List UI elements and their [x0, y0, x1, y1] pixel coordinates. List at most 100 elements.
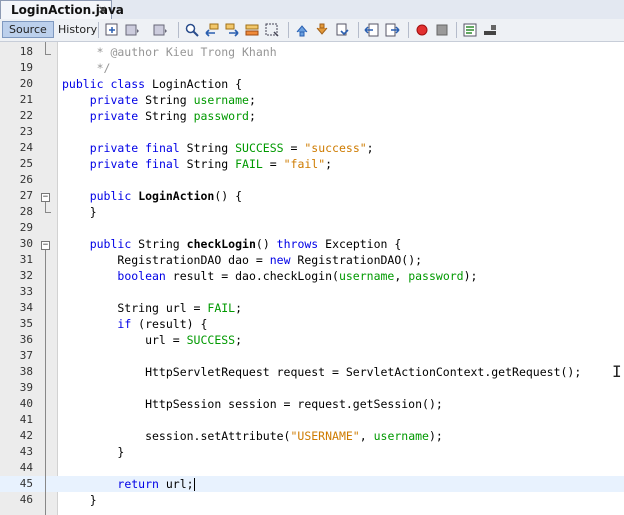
line-number: 33 — [19, 285, 33, 298]
code-text: */ — [62, 61, 111, 75]
code-line: 24 private final String SUCCESS = "succe… — [0, 140, 624, 156]
file-tab[interactable]: LoginAction.java × — [0, 0, 124, 19]
editor-tab-bar: LoginAction.java × — [0, 0, 624, 20]
code-text: public class LoginAction { — [62, 77, 243, 91]
code-text: HttpSession session = request.getSession… — [62, 397, 443, 411]
code-line: 37 — [0, 348, 624, 364]
toolbar-separator — [98, 22, 99, 38]
previous-bookmark-icon[interactable] — [294, 22, 310, 38]
code-line: 43 } — [0, 444, 624, 460]
code-line: 19 */ — [0, 60, 624, 76]
line-number: 34 — [19, 301, 33, 314]
line-number: 28 — [19, 205, 33, 218]
code-line: 28 } — [0, 204, 624, 220]
next-bookmark-icon[interactable] — [314, 22, 330, 38]
code-text: boolean result = dao.checkLogin(username… — [117, 269, 478, 283]
history-view-button[interactable]: History — [51, 21, 104, 38]
code-text: return url; — [117, 477, 195, 491]
code-line: 42 session.setAttribute("USERNAME", user… — [0, 428, 624, 444]
toggle-bookmark-icon[interactable] — [334, 22, 350, 38]
line-number: 40 — [19, 397, 33, 410]
code-line: 30 public String checkLogin() throws Exc… — [0, 236, 624, 252]
code-text: private final String SUCCESS = "success"… — [89, 141, 374, 155]
line-number: 39 — [19, 381, 33, 394]
line-number: 37 — [19, 349, 33, 362]
line-number: 44 — [19, 461, 33, 474]
line-number: 24 — [19, 141, 33, 154]
code-line: 26 — [0, 172, 624, 188]
code-line: 31 RegistrationDAO dao = new Registratio… — [0, 252, 624, 268]
code-line: 36 url = SUCCESS; — [0, 332, 624, 348]
code-line: 34 String url = FAIL; — [0, 300, 624, 316]
code-text: } — [62, 493, 97, 507]
back-icon[interactable] — [124, 22, 140, 38]
line-number: 38 — [19, 365, 33, 378]
line-number: 41 — [19, 413, 33, 426]
line-number: 31 — [19, 253, 33, 266]
start-macro-recording-icon[interactable] — [414, 22, 430, 38]
toggle-highlight-icon[interactable] — [244, 22, 260, 38]
last-edit-icon[interactable] — [104, 22, 120, 38]
line-number: 26 — [19, 173, 33, 186]
line-number: 30 — [19, 237, 33, 250]
code-line: 22 private String password; — [0, 108, 624, 124]
line-number: 21 — [19, 93, 33, 106]
fold-guide — [45, 42, 46, 54]
close-tab-icon[interactable]: × — [98, 3, 107, 16]
code-text: session.setAttribute("USERNAME", usernam… — [62, 429, 443, 443]
toolbar-separator — [288, 22, 289, 38]
line-number: 43 — [19, 445, 33, 458]
find-previous-icon[interactable] — [204, 22, 220, 38]
find-icon[interactable] — [184, 22, 200, 38]
line-number: 19 — [19, 61, 33, 74]
code-text: url = SUCCESS; — [62, 333, 243, 347]
code-line: 35 if (result) { — [0, 316, 624, 332]
line-number: 32 — [19, 269, 33, 282]
line-number: 36 — [19, 333, 33, 346]
shift-line-left-icon[interactable] — [364, 22, 380, 38]
uncomment-icon[interactable] — [482, 22, 498, 38]
code-line: 44 — [0, 460, 624, 476]
code-line: 20 public class LoginAction { — [0, 76, 624, 92]
code-text: * @author Kieu Trong Khanh — [62, 45, 277, 59]
line-number: 23 — [19, 125, 33, 138]
source-view-button[interactable]: Source — [2, 21, 54, 38]
find-next-icon[interactable] — [224, 22, 240, 38]
forward-icon[interactable] — [152, 22, 168, 38]
fold-guide — [45, 250, 46, 515]
fold-collapse-icon[interactable]: − — [41, 193, 50, 202]
toolbar-separator — [178, 22, 179, 38]
code-line: 23 — [0, 124, 624, 140]
line-number: 25 — [19, 157, 33, 170]
code-text: public LoginAction() { — [89, 189, 243, 203]
stop-macro-recording-icon[interactable] — [434, 22, 450, 38]
shift-line-right-icon[interactable] — [384, 22, 400, 38]
code-text: HttpServletRequest request = ServletActi… — [62, 365, 582, 379]
line-number: 22 — [19, 109, 33, 122]
fold-guide-end — [45, 212, 51, 213]
code-line: 25 private final String FAIL = "fail"; — [0, 156, 624, 172]
line-number: 35 — [19, 317, 33, 330]
code-text: } — [62, 205, 97, 219]
code-text: String url = FAIL; — [62, 301, 243, 315]
fold-collapse-icon[interactable]: − — [41, 241, 50, 250]
mouse-ibeam-cursor-icon: I — [612, 362, 622, 381]
line-number: 42 — [19, 429, 33, 442]
code-text: } — [62, 445, 125, 459]
line-number: 29 — [19, 221, 33, 234]
code-text: public String checkLogin() throws Except… — [89, 237, 402, 251]
code-text: private String username; — [89, 93, 256, 107]
editor-toolbar: Source History — [0, 19, 624, 42]
code-line: 32 boolean result = dao.checkLogin(usern… — [0, 268, 624, 284]
toolbar-separator — [408, 22, 409, 38]
line-number: 20 — [19, 77, 33, 90]
code-line: 40 HttpSession session = request.getSess… — [0, 396, 624, 412]
code-editor[interactable]: 18 * @author Kieu Trong Khanh 19 */ 20 p… — [0, 42, 624, 515]
code-line: 41 — [0, 412, 624, 428]
current-code-line: 45 return url; — [0, 476, 624, 492]
toolbar-separator — [456, 22, 457, 38]
toggle-rectangular-selection-icon[interactable] — [264, 22, 280, 38]
code-text: private final String FAIL = "fail"; — [89, 157, 333, 171]
code-text: RegistrationDAO dao = new RegistrationDA… — [62, 253, 423, 267]
comment-icon[interactable] — [462, 22, 478, 38]
